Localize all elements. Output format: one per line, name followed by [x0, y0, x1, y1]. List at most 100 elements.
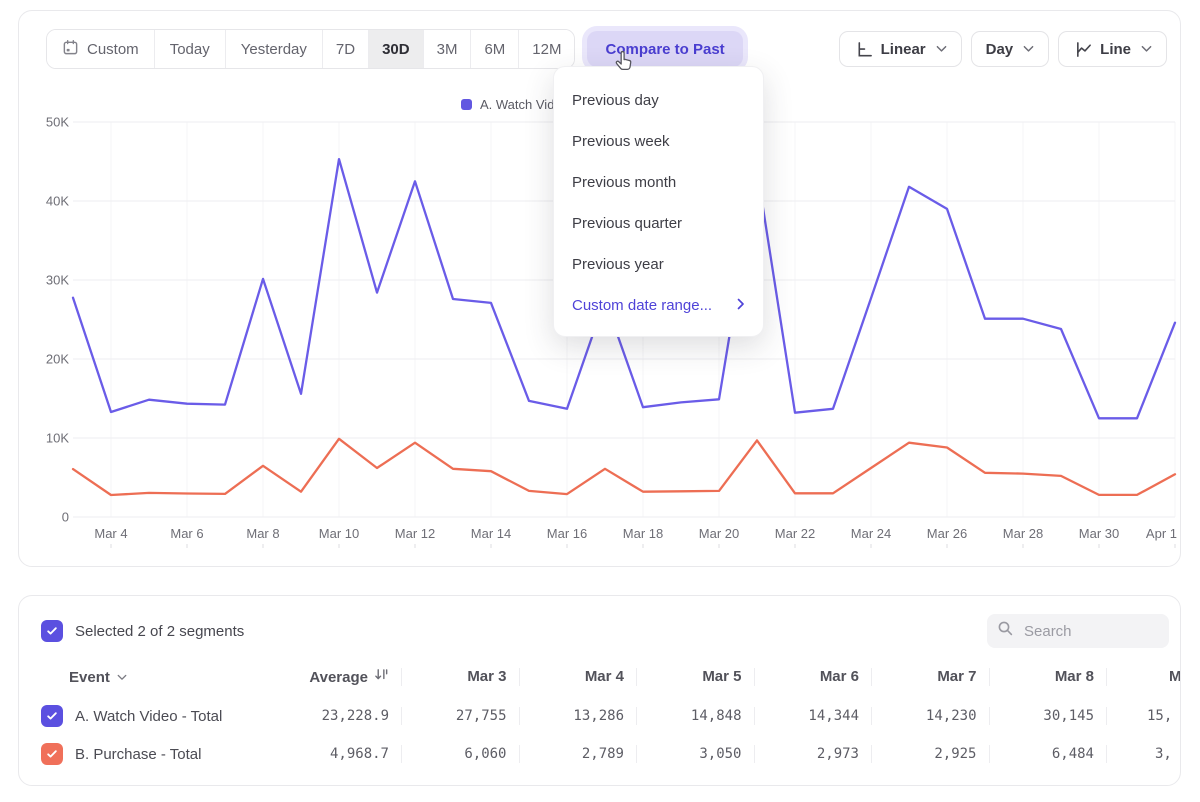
- segment-label: B. Purchase - Total: [75, 746, 201, 763]
- x-axis-label: Mar 24: [851, 526, 891, 541]
- cell-value: 14,848: [691, 708, 742, 724]
- linear-axis-icon: [856, 41, 873, 58]
- event-header-label: Event: [69, 669, 110, 686]
- value-cell: 3,050: [636, 745, 754, 763]
- value-cell: 6,060: [401, 745, 519, 763]
- x-axis-label: Mar 28: [1003, 526, 1043, 541]
- value-cell: 30,145: [989, 707, 1107, 725]
- x-axis-label: Mar 18: [623, 526, 663, 541]
- preset-label: 3M: [437, 41, 458, 58]
- search-icon: [997, 620, 1014, 642]
- calendar-icon: [62, 39, 79, 60]
- preset-today[interactable]: Today: [155, 30, 226, 68]
- date-column-header: Mar 4: [519, 668, 637, 686]
- compare-to-past-menu: Previous dayPrevious weekPrevious monthP…: [553, 66, 764, 337]
- series-a-swatch: [461, 99, 472, 110]
- scale-label: Linear: [881, 41, 926, 58]
- value-cell: 2,925: [871, 745, 989, 763]
- segment-cell: A. Watch Video - Total: [19, 705, 279, 727]
- date-column-header: Mar 6: [754, 668, 872, 686]
- cell-value: 3,: [1155, 746, 1172, 762]
- menu-item-previous-week[interactable]: Previous week: [554, 121, 763, 162]
- chevron-down-icon: [1023, 45, 1034, 53]
- search-input[interactable]: [1022, 622, 1156, 641]
- y-axis-label: 30K: [46, 273, 69, 288]
- value-cell: 2,789: [519, 745, 637, 763]
- date-header-label: M: [1169, 668, 1181, 685]
- cell-value: 30,145: [1043, 708, 1094, 724]
- x-axis-label: Mar 16: [547, 526, 587, 541]
- average-cell: 23,228.9: [279, 708, 401, 724]
- menu-item-previous-quarter[interactable]: Previous quarter: [554, 203, 763, 244]
- average-header-label: Average: [309, 669, 368, 686]
- chart-type-dropdown-button[interactable]: Line: [1058, 31, 1167, 67]
- x-axis-label: Mar 14: [471, 526, 511, 541]
- chevron-down-icon: [117, 674, 127, 681]
- table-row[interactable]: A. Watch Video - Total 23,228.9 27,75513,2…: [19, 697, 1181, 735]
- y-axis-label: 40K: [46, 194, 69, 209]
- date-column-header: Mar 8: [989, 668, 1107, 686]
- chevron-right-icon: [737, 297, 745, 314]
- segment-label: A. Watch Video - Total: [75, 708, 222, 725]
- granularity-dropdown-button[interactable]: Day: [971, 31, 1050, 67]
- segments-header: Selected 2 of 2 segments: [41, 613, 1169, 649]
- cell-value: 2,973: [817, 746, 859, 762]
- custom-date-range-label: Custom date range...: [572, 297, 712, 314]
- x-axis-label: Mar 30: [1079, 526, 1119, 541]
- preset-7d[interactable]: 7D: [323, 30, 369, 68]
- value-cell: 2,973: [754, 745, 872, 763]
- x-axis-label: Mar 12: [395, 526, 435, 541]
- x-axis-label: Mar 20: [699, 526, 739, 541]
- value-cell: 13,286: [519, 707, 637, 725]
- chart-type-label: Line: [1100, 41, 1131, 58]
- date-header-label: Mar 5: [702, 668, 741, 685]
- y-axis-label: 50K: [46, 115, 69, 130]
- row-checkbox[interactable]: [41, 743, 63, 765]
- preset-3m[interactable]: 3M: [424, 30, 472, 68]
- menu-item-previous-day[interactable]: Previous day: [554, 80, 763, 121]
- chart-toolbar: Custom Today Yesterday 7D 30D 3M 6M 12M Compare…: [46, 29, 1167, 69]
- average-value: 23,228.9: [322, 708, 389, 724]
- date-column-header-cut: M: [1106, 668, 1181, 686]
- average-value: 4,968.7: [330, 746, 389, 762]
- x-axis-label: Mar 4: [94, 526, 127, 541]
- series-b-line: [73, 439, 1175, 495]
- y-axis-label: 0: [62, 510, 69, 525]
- scale-dropdown-button[interactable]: Linear: [839, 31, 962, 67]
- preset-label: Yesterday: [241, 41, 307, 58]
- date-range-presets: Custom Today Yesterday 7D 30D 3M 6M 12M: [46, 29, 575, 69]
- preset-label: 6M: [484, 41, 505, 58]
- row-checkbox[interactable]: [41, 705, 63, 727]
- preset-6m[interactable]: 6M: [471, 30, 519, 68]
- menu-item-previous-month[interactable]: Previous month: [554, 162, 763, 203]
- value-cell: 27,755: [401, 707, 519, 725]
- preset-12m[interactable]: 12M: [519, 30, 574, 68]
- compare-to-past-button[interactable]: Compare to Past: [587, 31, 742, 67]
- preset-label: 7D: [336, 41, 355, 58]
- value-cell: 14,230: [871, 707, 989, 725]
- sort-descending-icon[interactable]: [374, 667, 389, 687]
- x-axis-label: Apr 1: [1146, 526, 1177, 541]
- select-all-checkbox[interactable]: [41, 620, 63, 642]
- table-header-row: Event Average Mar 3Mar 4 Mar 5 Mar 6 Mar 7 Mar…: [19, 657, 1181, 697]
- cell-value: 15,: [1147, 708, 1172, 724]
- event-column-header[interactable]: Event: [19, 669, 279, 686]
- date-header-label: Mar 7: [937, 668, 976, 685]
- value-cell-cut: 3,: [1106, 745, 1181, 763]
- segment-cell: B. Purchase - Total: [19, 743, 279, 765]
- average-column-header[interactable]: Average: [279, 667, 401, 687]
- menu-item-custom-date-range[interactable]: Custom date range...: [554, 285, 763, 326]
- x-axis-label: Mar 6: [170, 526, 203, 541]
- table-row[interactable]: B. Purchase - Total 4,968.7 6,060 2,789 3,05…: [19, 735, 1181, 773]
- segments-table: Event Average Mar 3Mar 4 Mar 5 Mar 6 Mar 7 Mar…: [19, 657, 1181, 773]
- menu-item-previous-year[interactable]: Previous year: [554, 244, 763, 285]
- x-axis-label: Mar 10: [319, 526, 359, 541]
- preset-30d[interactable]: 30D: [369, 30, 424, 68]
- preset-custom[interactable]: Custom: [47, 30, 155, 68]
- cell-value: 2,789: [582, 746, 624, 762]
- date-column-header: Mar 3: [401, 668, 519, 686]
- preset-label: Custom: [87, 41, 139, 58]
- preset-label: Today: [170, 41, 210, 58]
- preset-yesterday[interactable]: Yesterday: [226, 30, 323, 68]
- y-axis-label: 10K: [46, 431, 69, 446]
